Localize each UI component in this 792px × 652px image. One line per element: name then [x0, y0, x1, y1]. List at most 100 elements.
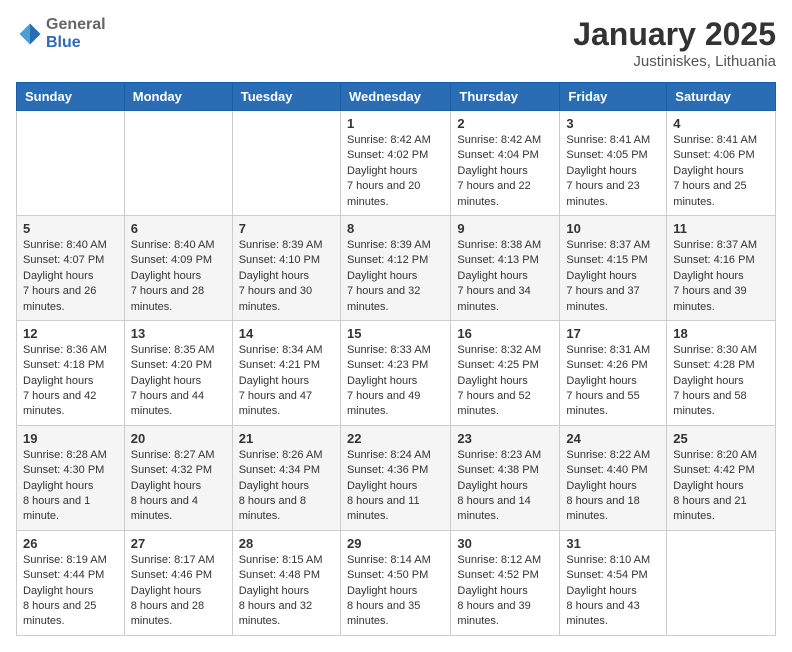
day-number: 17	[566, 326, 660, 341]
daylight-value: 7 hours and 26 minutes.	[23, 285, 96, 312]
sunset-label: Sunset: 4:18 PM	[23, 359, 104, 371]
daylight-value: 7 hours and 28 minutes.	[131, 285, 204, 312]
location-subtitle: Justiniskes, Lithuania	[573, 53, 776, 70]
day-cell-7: 7 Sunrise: 8:39 AM Sunset: 4:10 PM Dayli…	[232, 215, 340, 320]
day-cell-24: 24 Sunrise: 8:22 AM Sunset: 4:40 PM Dayl…	[560, 425, 667, 530]
day-info: Sunrise: 8:22 AM Sunset: 4:40 PM Dayligh…	[566, 448, 660, 525]
day-number: 18	[673, 326, 769, 341]
sunset-label: Sunset: 4:23 PM	[347, 359, 428, 371]
day-info: Sunrise: 8:39 AM Sunset: 4:10 PM Dayligh…	[239, 238, 334, 315]
day-info: Sunrise: 8:32 AM Sunset: 4:25 PM Dayligh…	[457, 343, 553, 420]
day-info: Sunrise: 8:35 AM Sunset: 4:20 PM Dayligh…	[131, 343, 226, 420]
empty-cell	[17, 111, 125, 216]
daylight-value: 7 hours and 44 minutes.	[131, 390, 204, 417]
sunrise-label: Sunrise: 8:19 AM	[23, 554, 107, 566]
empty-cell	[667, 530, 776, 635]
day-cell-15: 15 Sunrise: 8:33 AM Sunset: 4:23 PM Dayl…	[340, 320, 450, 425]
day-info: Sunrise: 8:37 AM Sunset: 4:15 PM Dayligh…	[566, 238, 660, 315]
day-info: Sunrise: 8:24 AM Sunset: 4:36 PM Dayligh…	[347, 448, 444, 525]
logo-general: General	[46, 16, 106, 33]
day-info: Sunrise: 8:40 AM Sunset: 4:07 PM Dayligh…	[23, 238, 118, 315]
daylight-value: 8 hours and 18 minutes.	[566, 495, 639, 522]
sunset-label: Sunset: 4:20 PM	[131, 359, 212, 371]
day-number: 7	[239, 221, 334, 236]
weekday-header-friday: Friday	[560, 83, 667, 111]
daylight-value: 8 hours and 32 minutes.	[239, 600, 312, 627]
day-info: Sunrise: 8:39 AM Sunset: 4:12 PM Dayligh…	[347, 238, 444, 315]
day-info: Sunrise: 8:27 AM Sunset: 4:32 PM Dayligh…	[131, 448, 226, 525]
daylight-label: Daylight hours	[457, 375, 527, 387]
sunset-label: Sunset: 4:07 PM	[23, 254, 104, 266]
daylight-value: 7 hours and 37 minutes.	[566, 285, 639, 312]
day-cell-2: 2 Sunrise: 8:42 AM Sunset: 4:04 PM Dayli…	[451, 111, 560, 216]
sunset-label: Sunset: 4:06 PM	[673, 149, 754, 161]
week-row-3: 12 Sunrise: 8:36 AM Sunset: 4:18 PM Dayl…	[17, 320, 776, 425]
daylight-value: 8 hours and 43 minutes.	[566, 600, 639, 627]
sunrise-label: Sunrise: 8:40 AM	[131, 239, 215, 251]
sunrise-label: Sunrise: 8:33 AM	[347, 344, 431, 356]
day-number: 23	[457, 431, 553, 446]
sunset-label: Sunset: 4:44 PM	[23, 569, 104, 581]
weekday-header-wednesday: Wednesday	[340, 83, 450, 111]
day-cell-6: 6 Sunrise: 8:40 AM Sunset: 4:09 PM Dayli…	[124, 215, 232, 320]
day-number: 22	[347, 431, 444, 446]
sunrise-label: Sunrise: 8:39 AM	[347, 239, 431, 251]
sunset-label: Sunset: 4:21 PM	[239, 359, 320, 371]
sunset-label: Sunset: 4:32 PM	[131, 464, 212, 476]
daylight-label: Daylight hours	[457, 585, 527, 597]
sunset-label: Sunset: 4:12 PM	[347, 254, 428, 266]
daylight-value: 7 hours and 34 minutes.	[457, 285, 530, 312]
daylight-value: 8 hours and 21 minutes.	[673, 495, 746, 522]
day-info: Sunrise: 8:42 AM Sunset: 4:02 PM Dayligh…	[347, 133, 444, 210]
day-number: 20	[131, 431, 226, 446]
day-info: Sunrise: 8:10 AM Sunset: 4:54 PM Dayligh…	[566, 553, 660, 630]
day-number: 9	[457, 221, 553, 236]
sunrise-label: Sunrise: 8:32 AM	[457, 344, 541, 356]
sunset-label: Sunset: 4:42 PM	[673, 464, 754, 476]
sunrise-label: Sunrise: 8:38 AM	[457, 239, 541, 251]
daylight-value: 7 hours and 55 minutes.	[566, 390, 639, 417]
sunrise-label: Sunrise: 8:28 AM	[23, 449, 107, 461]
day-number: 11	[673, 221, 769, 236]
sunset-label: Sunset: 4:28 PM	[673, 359, 754, 371]
day-cell-30: 30 Sunrise: 8:12 AM Sunset: 4:52 PM Dayl…	[451, 530, 560, 635]
daylight-label: Daylight hours	[457, 270, 527, 282]
day-cell-20: 20 Sunrise: 8:27 AM Sunset: 4:32 PM Dayl…	[124, 425, 232, 530]
sunset-label: Sunset: 4:09 PM	[131, 254, 212, 266]
daylight-label: Daylight hours	[347, 270, 417, 282]
day-number: 8	[347, 221, 444, 236]
day-info: Sunrise: 8:36 AM Sunset: 4:18 PM Dayligh…	[23, 343, 118, 420]
sunset-label: Sunset: 4:48 PM	[239, 569, 320, 581]
daylight-value: 7 hours and 22 minutes.	[457, 180, 530, 207]
sunrise-label: Sunrise: 8:34 AM	[239, 344, 323, 356]
day-cell-4: 4 Sunrise: 8:41 AM Sunset: 4:06 PM Dayli…	[667, 111, 776, 216]
day-cell-28: 28 Sunrise: 8:15 AM Sunset: 4:48 PM Dayl…	[232, 530, 340, 635]
day-number: 3	[566, 116, 660, 131]
day-number: 12	[23, 326, 118, 341]
sunset-label: Sunset: 4:54 PM	[566, 569, 647, 581]
empty-cell	[232, 111, 340, 216]
day-info: Sunrise: 8:38 AM Sunset: 4:13 PM Dayligh…	[457, 238, 553, 315]
week-row-5: 26 Sunrise: 8:19 AM Sunset: 4:44 PM Dayl…	[17, 530, 776, 635]
sunset-label: Sunset: 4:15 PM	[566, 254, 647, 266]
daylight-label: Daylight hours	[131, 585, 201, 597]
sunset-label: Sunset: 4:04 PM	[457, 149, 538, 161]
sunrise-label: Sunrise: 8:40 AM	[23, 239, 107, 251]
day-number: 14	[239, 326, 334, 341]
daylight-value: 8 hours and 28 minutes.	[131, 600, 204, 627]
logo-icon	[16, 20, 44, 48]
day-info: Sunrise: 8:33 AM Sunset: 4:23 PM Dayligh…	[347, 343, 444, 420]
sunrise-label: Sunrise: 8:42 AM	[347, 134, 431, 146]
day-number: 16	[457, 326, 553, 341]
day-number: 25	[673, 431, 769, 446]
logo: General Blue	[16, 16, 106, 52]
daylight-label: Daylight hours	[566, 585, 636, 597]
day-cell-23: 23 Sunrise: 8:23 AM Sunset: 4:38 PM Dayl…	[451, 425, 560, 530]
daylight-value: 8 hours and 4 minutes.	[131, 495, 198, 522]
title-block: January 2025 Justiniskes, Lithuania	[573, 16, 776, 70]
sunrise-label: Sunrise: 8:24 AM	[347, 449, 431, 461]
daylight-value: 8 hours and 1 minute.	[23, 495, 90, 522]
day-cell-1: 1 Sunrise: 8:42 AM Sunset: 4:02 PM Dayli…	[340, 111, 450, 216]
day-number: 2	[457, 116, 553, 131]
daylight-value: 8 hours and 35 minutes.	[347, 600, 420, 627]
